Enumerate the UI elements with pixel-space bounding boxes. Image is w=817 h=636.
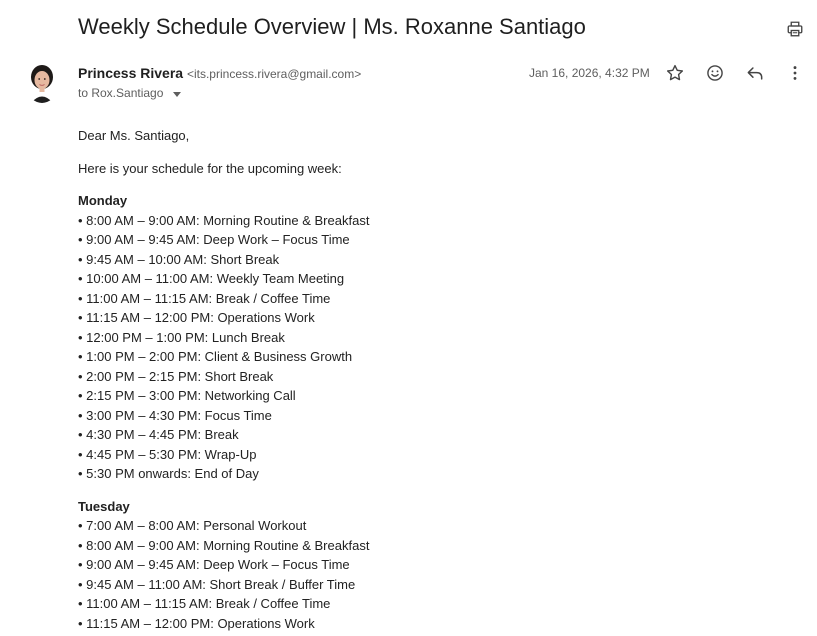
reply-icon bbox=[747, 67, 763, 80]
sender-email: <its.princess.rivera@gmail.com> bbox=[186, 67, 362, 81]
recipient-details-caret-icon[interactable] bbox=[173, 91, 182, 97]
schedule-item: • 11:00 AM – 11:15 AM: Break / Coffee Ti… bbox=[78, 596, 331, 611]
schedule-item: • 2:00 PM – 2:15 PM: Short Break bbox=[78, 368, 274, 384]
email-subject: Weekly Schedule Overview | Ms. Roxanne S… bbox=[78, 14, 586, 39]
star-icon bbox=[666, 64, 684, 81]
schedule-item: • 2:15 PM – 3:00 PM: Networking Call bbox=[78, 388, 296, 403]
emoji-reaction-button[interactable] bbox=[704, 62, 726, 84]
schedule-item: • 7:00 AM – 8:00 AM: Personal Workout bbox=[78, 518, 307, 533]
schedule-item: • 9:45 AM – 11:00 AM: Short Break / Buff… bbox=[78, 576, 356, 592]
emoji-icon bbox=[707, 65, 723, 81]
day-heading: Monday bbox=[78, 193, 128, 208]
schedule-item: • 9:00 AM – 9:45 AM: Deep Work – Focus T… bbox=[78, 232, 350, 247]
schedule-item: • 11:15 AM – 12:00 PM: Operations Work bbox=[78, 615, 315, 631]
schedule-days: Monday • 8:00 AM – 9:00 AM: Morning Routi… bbox=[78, 191, 778, 636]
email-body: Dear Ms. Santiago, Here is your schedule… bbox=[78, 126, 778, 636]
schedule-item: • 4:45 PM – 5:30 PM: Wrap-Up bbox=[78, 446, 257, 462]
star-button[interactable] bbox=[664, 62, 686, 84]
schedule-item: • 11:15 AM – 12:00 PM: Operations Work bbox=[78, 310, 315, 325]
avatar[interactable] bbox=[28, 63, 56, 103]
schedule-item: • 8:00 AM – 9:00 AM: Morning Routine & B… bbox=[78, 212, 370, 228]
schedule-item: • 12:00 PM – 1:00 PM: Lunch Break bbox=[78, 329, 285, 345]
schedule-item: • 9:45 AM – 10:00 AM: Short Break bbox=[78, 251, 280, 267]
recipient-label: to Rox.Santiago bbox=[78, 86, 164, 100]
day-heading: Tuesday bbox=[78, 498, 130, 514]
recipient-line: to Rox.Santiago bbox=[78, 86, 182, 100]
sender-info: Princess Rivera <its.princess.rivera@gma… bbox=[78, 65, 361, 81]
schedule-item: • 8:00 AM – 9:00 AM: Morning Routine & B… bbox=[78, 537, 370, 553]
reply-button[interactable] bbox=[744, 62, 766, 84]
schedule-item: • 1:00 PM – 2:00 PM: Client & Business G… bbox=[78, 349, 353, 364]
print-button[interactable] bbox=[784, 18, 806, 40]
sender-name[interactable]: Princess Rivera bbox=[78, 65, 183, 81]
schedule-item: • 3:00 PM – 4:30 PM: Focus Time bbox=[78, 407, 272, 423]
schedule-item: • 5:30 PM onwards: End of Day bbox=[78, 466, 259, 481]
intro-text: Here is your schedule for the upcoming w… bbox=[78, 160, 342, 176]
schedule-item: • 9:00 AM – 9:45 AM: Deep Work – Focus T… bbox=[78, 557, 350, 572]
schedule-item: • 4:30 PM – 4:45 PM: Break bbox=[78, 427, 239, 442]
day-block-tuesday: Tuesday • 7:00 AM – 8:00 AM: Personal Wor… bbox=[78, 497, 778, 636]
schedule-item: • 11:00 AM – 11:15 AM: Break / Coffee Ti… bbox=[78, 290, 331, 306]
more-options-button[interactable] bbox=[784, 62, 806, 84]
email-date: Jan 16, 2026, 4:32 PM bbox=[529, 66, 650, 80]
avatar-photo bbox=[28, 63, 56, 103]
schedule-item: • 10:00 AM – 11:00 AM: Weekly Team Meeti… bbox=[78, 271, 345, 286]
email-view: Weekly Schedule Overview | Ms. Roxanne S… bbox=[0, 0, 817, 636]
day-block-monday: Monday • 8:00 AM – 9:00 AM: Morning Routi… bbox=[78, 191, 778, 484]
more-vert-icon bbox=[793, 66, 797, 80]
greeting: Dear Ms. Santiago, bbox=[78, 128, 190, 143]
print-icon bbox=[787, 21, 803, 37]
